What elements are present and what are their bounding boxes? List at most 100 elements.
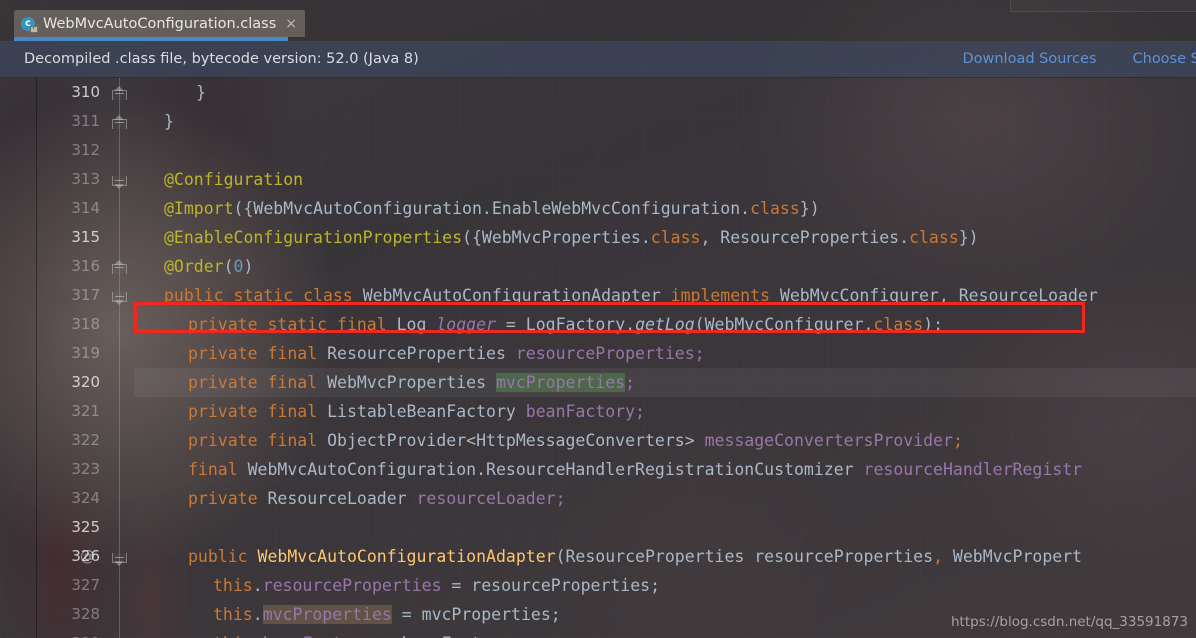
code-token: class [650, 228, 701, 247]
code-token: class [750, 199, 800, 218]
code-token: = mvcProperties; [391, 605, 561, 624]
banner-actions: Download Sources Choose Sources [962, 51, 1196, 67]
code-token: @Configuration [164, 170, 304, 189]
code-token: , ResourceProperties. [700, 228, 910, 247]
code-token: @Order [164, 257, 224, 276]
code-token: ObjectProvider<HttpMessageConverters> [327, 431, 705, 450]
code-token: }) [799, 199, 820, 218]
code-fold-toggle-icon[interactable] [112, 550, 127, 566]
code-token: final [188, 460, 248, 479]
code-token: private final [188, 344, 328, 363]
code-fold-toggle-icon[interactable] [112, 86, 127, 100]
code-line[interactable]: private final WebMvcProperties mvcProper… [188, 368, 635, 397]
code-token: ( [223, 257, 234, 276]
line-number: 326 [71, 547, 100, 565]
code-token: WebMvcConfigurer, ResourceLoader [779, 286, 1098, 305]
line-number: 325 [71, 518, 100, 536]
code-line[interactable]: public static class WebMvcAutoConfigurat… [164, 281, 1098, 310]
code-fold-toggle-icon[interactable] [112, 173, 127, 189]
code-token: @EnableConfigurationProperties [164, 228, 463, 247]
code-token: ListableBeanFactory [327, 402, 526, 421]
editor-tab-bar: c WebMvcAutoConfiguration.class × [0, 0, 1196, 41]
code-token: } [164, 112, 174, 131]
line-number: 321 [71, 402, 100, 420]
code-token: getLog [635, 315, 695, 334]
code-token: WebMvcAutoConfiguration.ResourceHandlerR… [247, 460, 864, 479]
code-token: , [933, 547, 943, 566]
code-line[interactable]: @Import({WebMvcAutoConfiguration.EnableW… [164, 194, 820, 223]
code-token: private static final [188, 315, 397, 334]
code-line[interactable]: @EnableConfigurationProperties({WebMvcPr… [164, 223, 979, 252]
banner-message: Decompiled .class file, bytecode version… [24, 51, 419, 67]
code-line[interactable]: } [196, 78, 206, 107]
code-token: (ResourceProperties resourceProperties [555, 547, 934, 566]
editor-tab-webmvcautoconfiguration[interactable]: c WebMvcAutoConfiguration.class × [14, 10, 306, 37]
code-token: private final [188, 373, 328, 392]
code-line[interactable]: @Order(0) [164, 252, 253, 281]
code-token: ; [952, 431, 963, 450]
code-token: this [213, 634, 253, 638]
code-token: resourceLoader; [416, 489, 566, 508]
code-fold-toggle-icon[interactable] [112, 115, 127, 129]
code-content[interactable]: }} @Configuration @Import({WebMvcAutoConfi… [134, 78, 1196, 638]
identifier-usage-highlight: mvcProperties [495, 373, 626, 392]
code-line[interactable]: @Configuration [164, 165, 303, 194]
code-token: ) [243, 257, 254, 276]
code-token: Log [396, 315, 437, 334]
editor-gutter[interactable]: @ [0, 78, 134, 638]
code-line[interactable]: private final ListableBeanFactory beanFa… [188, 397, 645, 426]
download-sources-link[interactable]: Download Sources [962, 51, 1096, 67]
decompiled-class-notification-banner: Decompiled .class file, bytecode version… [0, 41, 1196, 78]
code-line[interactable]: this.mvcProperties = mvcProperties; [213, 600, 561, 629]
code-token: ); [923, 315, 944, 334]
blog-watermark: https://blog.csdn.net/qq_33591873 [950, 614, 1188, 630]
code-token: @Import [164, 199, 234, 218]
code-token: ResourceLoader [267, 489, 417, 508]
code-token: WebMvcAutoConfigurationAdapter [362, 286, 671, 305]
code-line[interactable]: private final ObjectProvider<HttpMessage… [188, 426, 963, 455]
code-editor[interactable]: @ }} @Configuration @Import({WebMvcAutoCon… [0, 78, 1196, 638]
code-token: WebMvcAutoConfigurationAdapter [257, 547, 556, 566]
line-number: 315 [71, 228, 100, 246]
code-fold-toggle-icon[interactable] [112, 260, 127, 274]
line-number: 329 [71, 629, 100, 638]
line-number: 318 [71, 315, 100, 333]
code-token: beanFactory [263, 634, 372, 638]
code-token: ({WebMvcProperties. [462, 228, 651, 247]
code-token: 0 [233, 257, 244, 276]
code-line[interactable]: private final ResourceProperties resourc… [188, 339, 705, 368]
code-token: ({WebMvcAutoConfiguration.EnableWebMvcCo… [233, 199, 751, 218]
code-token: resourceProperties [262, 576, 442, 595]
choose-sources-link[interactable]: Choose Sources [1133, 51, 1196, 67]
gutter-divider [36, 78, 37, 638]
code-line[interactable]: this.resourceProperties = resourceProper… [213, 571, 660, 600]
code-token: (WebMvcConfigurer. [694, 315, 874, 334]
line-number: 311 [71, 112, 100, 130]
code-token: this [213, 605, 253, 624]
code-token: . [253, 634, 263, 638]
code-line[interactable]: private ResourceLoader resourceLoader; [188, 484, 566, 513]
code-line[interactable]: } [164, 107, 174, 136]
line-number: 319 [71, 344, 100, 362]
line-number: 320 [71, 373, 100, 391]
code-token: resourceHandlerRegistr [863, 460, 1083, 479]
code-token: class [909, 228, 959, 247]
code-line[interactable]: public WebMvcAutoConfigurationAdapter(Re… [188, 542, 1082, 571]
code-line[interactable]: private static final Log logger = LogFac… [188, 310, 943, 339]
code-fold-toggle-icon[interactable] [112, 289, 127, 305]
code-token: WebMvcProperties [327, 373, 496, 392]
code-token: = resourceProperties; [441, 576, 661, 595]
code-line[interactable]: final WebMvcAutoConfiguration.ResourceHa… [188, 455, 1082, 484]
code-token: private final [188, 431, 328, 450]
editor-tab-title: WebMvcAutoConfiguration.class [43, 15, 277, 32]
code-token: } [196, 83, 206, 102]
code-token: ResourceProperties [327, 344, 516, 363]
code-token: . [252, 605, 263, 624]
line-number: 310 [71, 83, 100, 101]
code-token: . [252, 576, 263, 595]
code-token: private final [188, 402, 328, 421]
code-token: public [188, 547, 258, 566]
close-icon[interactable]: × [285, 17, 297, 31]
code-token: = LogFactory. [495, 315, 636, 334]
code-line[interactable]: this.beanFactory = beanFactory; [213, 629, 521, 638]
